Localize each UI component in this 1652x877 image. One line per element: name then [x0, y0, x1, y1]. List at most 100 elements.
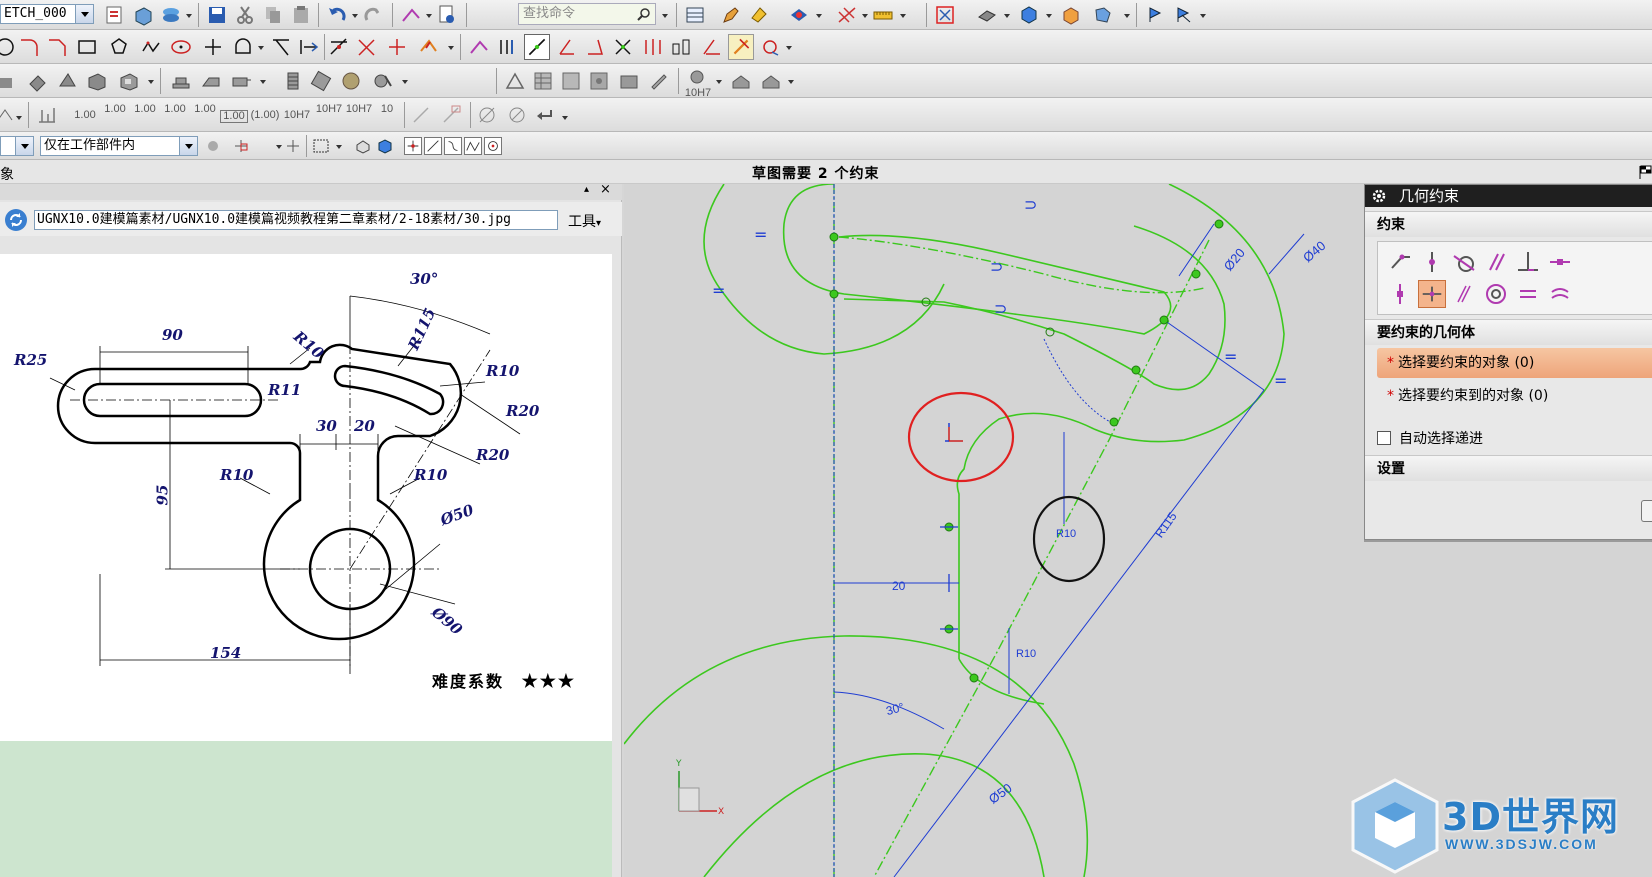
layer-icon[interactable] — [160, 4, 182, 26]
layout-icon[interactable] — [618, 70, 640, 92]
shell-icon[interactable] — [118, 70, 140, 92]
folded-radius-icon[interactable] — [440, 104, 462, 126]
sketch-name-dropdown[interactable]: ETCH_000 — [0, 4, 94, 24]
panel-pin-icon[interactable]: ▴ — [584, 184, 589, 195]
snap-spline-icon[interactable] — [464, 137, 482, 155]
select-object-row[interactable]: * 选择要约束的对象 (0) — [1377, 348, 1652, 378]
copy-icon[interactable] — [262, 4, 284, 26]
auto-advance-option[interactable]: 自动选择递进 — [1377, 429, 1483, 449]
angle-constraint-icon[interactable] — [584, 36, 606, 58]
rectangle-tool-icon[interactable] — [76, 36, 98, 58]
show-hide-icon[interactable] — [788, 4, 810, 26]
mirror-curve-icon[interactable] — [642, 36, 664, 58]
measure-icon[interactable] — [872, 4, 894, 26]
feature-select-icon[interactable] — [354, 137, 372, 155]
point-on-curve-icon[interactable] — [1418, 248, 1446, 276]
collinear-constraint-icon[interactable] — [1450, 280, 1478, 308]
tools-menu[interactable]: 工具▾ — [568, 211, 601, 231]
circle-tool-icon[interactable] — [0, 36, 16, 58]
make-corner-icon[interactable] — [328, 36, 350, 58]
ellipse-tool-icon[interactable] — [170, 36, 192, 58]
solid-view-icon[interactable] — [1018, 4, 1040, 26]
dim-fit-icon[interactable]: 10H7 — [282, 110, 312, 121]
sketch-dim-r10-lower[interactable]: R10 — [1016, 648, 1036, 660]
hole-dim-icon[interactable] — [506, 104, 528, 126]
command-search-input[interactable]: 查找命令 — [518, 3, 656, 25]
coincident-constraint-icon[interactable] — [1386, 248, 1414, 276]
perpendicular-icon[interactable] — [556, 36, 578, 58]
quick-trim-icon[interactable] — [270, 36, 292, 58]
dim-unilateral-icon[interactable]: 1.00 — [160, 104, 190, 115]
snap-point-icon[interactable] — [232, 137, 250, 155]
concentric-constraint-icon[interactable] — [1482, 280, 1510, 308]
save-icon[interactable] — [206, 4, 228, 26]
sketch-dim-20[interactable]: 20 — [892, 579, 905, 593]
chevron-down-icon[interactable] — [75, 5, 93, 23]
spline-tool-icon[interactable] — [140, 36, 162, 58]
dim-1.00-icon[interactable]: 1.00 — [70, 110, 100, 121]
constraint-display-icon[interactable] — [836, 4, 858, 26]
reset-filter-icon[interactable] — [204, 137, 222, 155]
select-point-icon[interactable] — [284, 137, 302, 155]
type-filter-dropdown[interactable] — [0, 136, 34, 156]
parallel-constraint-icon[interactable] — [496, 36, 518, 58]
wcs-icon[interactable] — [1144, 4, 1166, 26]
sheet-icon[interactable] — [684, 4, 706, 26]
polygon-tool-icon[interactable] — [108, 36, 130, 58]
dim-tol-icon[interactable]: 1.00 — [100, 104, 130, 115]
snap-center-icon[interactable] — [484, 137, 502, 155]
draft-icon[interactable] — [230, 70, 252, 92]
orient-view-icon[interactable] — [748, 4, 770, 26]
baseline-dim-icon[interactable] — [36, 104, 58, 126]
scope-filter-dropdown[interactable]: 仅在工作部件内 — [40, 136, 198, 156]
point-tool-icon[interactable] — [202, 36, 224, 58]
return-icon[interactable] — [534, 104, 556, 126]
dim-fit-limit-icon[interactable]: 10H7 — [344, 104, 374, 115]
redo-icon[interactable] — [362, 4, 384, 26]
dim-reference-icon[interactable]: (1.00) — [248, 110, 282, 121]
close-icon[interactable]: × — [600, 182, 611, 197]
dialog-close-button[interactable] — [1641, 500, 1652, 522]
select-target-row[interactable]: * 选择要约束到的对象 (0) — [1377, 381, 1652, 411]
equal-radius-icon[interactable] — [1546, 280, 1574, 308]
sketch-dim-r10-center[interactable]: R10 — [1056, 528, 1076, 540]
offset-curve-icon[interactable] — [232, 36, 254, 58]
revolve-icon[interactable] — [26, 70, 48, 92]
auto-advance-checkbox[interactable] — [1377, 431, 1391, 445]
fix-constraint-icon[interactable] — [700, 36, 722, 58]
dimension-style-icon[interactable] — [0, 106, 14, 124]
pattern-feature-icon[interactable] — [310, 70, 332, 92]
thread-icon[interactable] — [282, 70, 304, 92]
drawing-view-icon[interactable] — [588, 70, 610, 92]
quick-extend-icon[interactable] — [298, 36, 320, 58]
sketch-curve-icon[interactable] — [400, 4, 422, 26]
infer-constraints-icon[interactable] — [760, 36, 782, 58]
edge-blend-icon[interactable] — [170, 70, 192, 92]
part-navigator-icon[interactable] — [132, 4, 154, 26]
midpoint-constraint-icon[interactable] — [1418, 280, 1446, 308]
datum-plane-icon[interactable] — [504, 70, 526, 92]
tangent-constraint-icon[interactable] — [1450, 248, 1478, 276]
diameter-dim-icon[interactable] — [476, 104, 498, 126]
pattern-curve-icon[interactable] — [670, 36, 692, 58]
search-icon[interactable] — [637, 7, 651, 21]
undo-icon[interactable] — [326, 4, 348, 26]
chamfer-tool-icon[interactable] — [46, 36, 68, 58]
render-style-icon[interactable] — [976, 4, 998, 26]
geometry-section-header[interactable]: 要约束的几何体 — [1365, 319, 1652, 345]
derived-line-icon[interactable] — [386, 36, 408, 58]
chamfer-feature-icon[interactable] — [200, 70, 222, 92]
dim-limit-icon[interactable]: 1.00 — [190, 104, 220, 115]
unite-icon[interactable] — [372, 70, 394, 92]
info-icon[interactable] — [436, 4, 458, 26]
part-list-icon[interactable] — [560, 70, 582, 92]
coincident-icon[interactable] — [612, 36, 634, 58]
continuous-auto-dim-icon[interactable] — [728, 34, 754, 60]
snap-endpoint-icon[interactable] — [404, 137, 422, 155]
face-analysis-icon[interactable] — [1092, 4, 1114, 26]
boss-icon[interactable] — [86, 70, 108, 92]
snap-line-icon[interactable] — [424, 137, 442, 155]
table-icon[interactable] — [532, 70, 554, 92]
edit-sketch-icon[interactable] — [720, 4, 742, 26]
weld-icon[interactable] — [730, 70, 752, 92]
